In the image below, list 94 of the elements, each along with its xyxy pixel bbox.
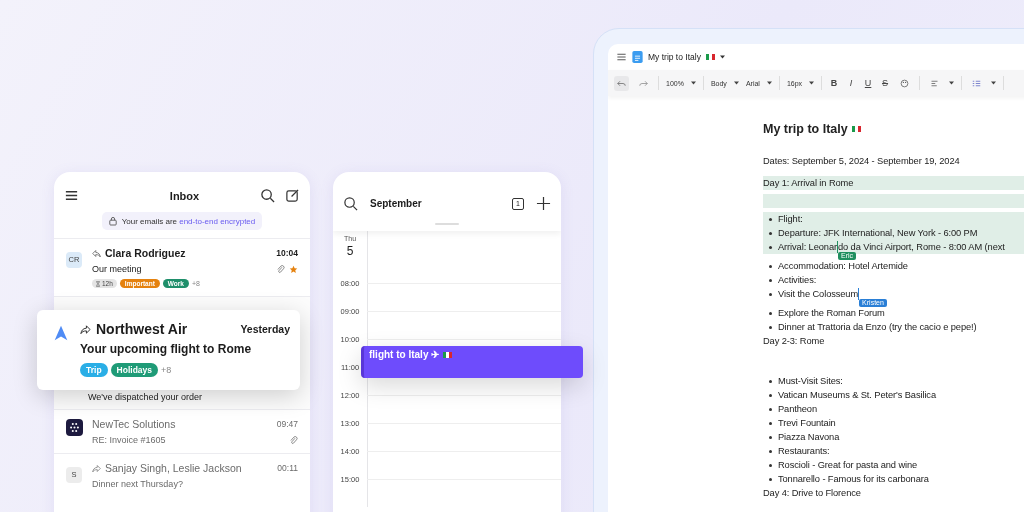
caret-icon[interactable] (719, 55, 725, 59)
document-text: Arrival: Leonar (778, 242, 837, 252)
email-time: 09:47 (276, 419, 298, 429)
document-text: Flight: (778, 214, 803, 224)
encryption-link[interactable]: end-to-end encrypted (179, 216, 256, 226)
document-text: do da Vinci Airport, Rome - 8:00 AM (next (837, 242, 1005, 252)
bullet-icon (769, 379, 772, 383)
format-button[interactable]: B (829, 78, 840, 88)
event-title: flight to Italy ✈ (369, 349, 440, 360)
format-button[interactable]: I (846, 78, 857, 88)
bullet-icon (769, 477, 772, 481)
bullet-icon (769, 231, 772, 235)
document-heading: My trip to Italy (763, 122, 848, 136)
bullet-icon (769, 393, 772, 397)
more-count: +8 (161, 365, 172, 375)
email-subject: Dinner next Thursday? (92, 479, 184, 489)
encryption-text: Your emails are end-to-end encrypted (121, 216, 256, 226)
document-icon (632, 51, 643, 63)
lock-icon (108, 216, 117, 226)
email-time: Yesterday (240, 323, 290, 335)
bullet-icon (769, 292, 772, 296)
email-time: 00:11 (277, 463, 298, 473)
caret-icon[interactable] (733, 81, 739, 85)
email-sender: Northwest Air (96, 321, 189, 337)
document-text: Tonnarello - Famous for its carbonara (778, 474, 929, 484)
compose-icon[interactable] (285, 188, 300, 203)
document-text: Day 2-3: Rome (763, 336, 825, 346)
document-text: Trevi Fountain (778, 418, 836, 428)
day-number: 5 (346, 244, 354, 258)
caret-icon[interactable] (766, 81, 772, 85)
forward-icon (92, 463, 101, 473)
document-text: Activities: (778, 275, 817, 285)
bullet-icon (769, 217, 772, 221)
italy-flag-icon (851, 126, 861, 132)
document-text: Departure: JFK International, New York - 6:00 PM (778, 228, 978, 238)
document-title[interactable]: My trip to Italy (648, 52, 701, 62)
email-row[interactable]: NewTec Solutions 09:47 RE: Invoice #1605 (54, 409, 310, 453)
document-text: Explore the Roman Forum (778, 308, 885, 318)
bullet-icon (769, 421, 772, 425)
document-text: Dinner at Trattoria da Enzo (try the cacio e pepe!) (778, 322, 977, 332)
search-icon[interactable] (343, 196, 358, 211)
email-subject: RE: Invoice #1605 (92, 435, 167, 445)
month-title: September (370, 198, 423, 209)
document-text: Visit the Colosseum (778, 289, 859, 299)
label-tag: Holidays (110, 363, 159, 377)
search-icon[interactable] (260, 188, 275, 203)
document-text: Roscioli - Great for pasta and wine (778, 460, 918, 470)
bullet-icon (769, 325, 772, 329)
bullet-icon (769, 463, 772, 467)
document-text: Restaurants: (778, 446, 830, 456)
bullet-icon (769, 245, 772, 249)
bullet-icon (769, 264, 772, 268)
bullet-icon (769, 278, 772, 282)
bullet-icon (769, 449, 772, 453)
drag-handle[interactable] (435, 223, 459, 225)
email-card[interactable]: Northwest Air Yesterday Your upcoming flight to Rome Trip Holidays +8 (37, 310, 300, 390)
hourglass-icon (96, 280, 100, 287)
italy-flag-icon (443, 352, 453, 358)
caret-icon[interactable] (949, 81, 955, 85)
document-text: Vatican Museums & St. Peter's Basilica (778, 390, 936, 400)
format-button[interactable]: U (863, 78, 874, 88)
calendar-event[interactable]: flight to Italy ✈ (361, 346, 583, 378)
email-time: 10:04 (276, 248, 298, 258)
format-button[interactable]: S (880, 78, 891, 88)
document-text: Piazza Navona (778, 432, 840, 442)
document-text: Must-Visit Sites: (778, 376, 843, 386)
label-tag: Trip (80, 363, 108, 377)
email-subject: Our meeting (92, 264, 143, 274)
bullet-icon (769, 311, 772, 315)
menu-icon[interactable] (64, 188, 79, 203)
bullet-icon (769, 407, 772, 411)
document-text: Day 4: Drive to Florence (763, 488, 861, 498)
email-sender: Sanjay Singh, Leslie Jackson (105, 462, 243, 474)
caret-icon[interactable] (690, 81, 696, 85)
airline-logo-icon (52, 324, 70, 342)
document-text: Pantheon (778, 404, 817, 414)
caret-icon[interactable] (991, 81, 997, 85)
forward-icon (80, 323, 91, 335)
caret-icon[interactable] (809, 81, 815, 85)
undo-icon[interactable] (614, 75, 629, 91)
add-icon[interactable] (536, 196, 551, 211)
document-text: Accommodation: Hotel Artemide (778, 261, 908, 271)
italy-flag-icon (705, 54, 715, 60)
email-subject: Your upcoming flight to Rome (80, 342, 253, 356)
document-text: Dates: September 5, 2024 - September 19, 2024 (763, 156, 960, 166)
email-subject: We've dispatched your order (88, 392, 204, 402)
document-text: Day 1: Arrival in Rome (763, 178, 854, 188)
star-icon[interactable] (289, 264, 298, 274)
email-sender: NewTec Solutions (92, 418, 177, 430)
bullet-icon (769, 435, 772, 439)
email-sender: Clara Rodriguez (105, 247, 187, 259)
company-logo-icon (66, 419, 83, 436)
reply-icon (92, 248, 101, 258)
inbox-title: Inbox (168, 189, 201, 202)
